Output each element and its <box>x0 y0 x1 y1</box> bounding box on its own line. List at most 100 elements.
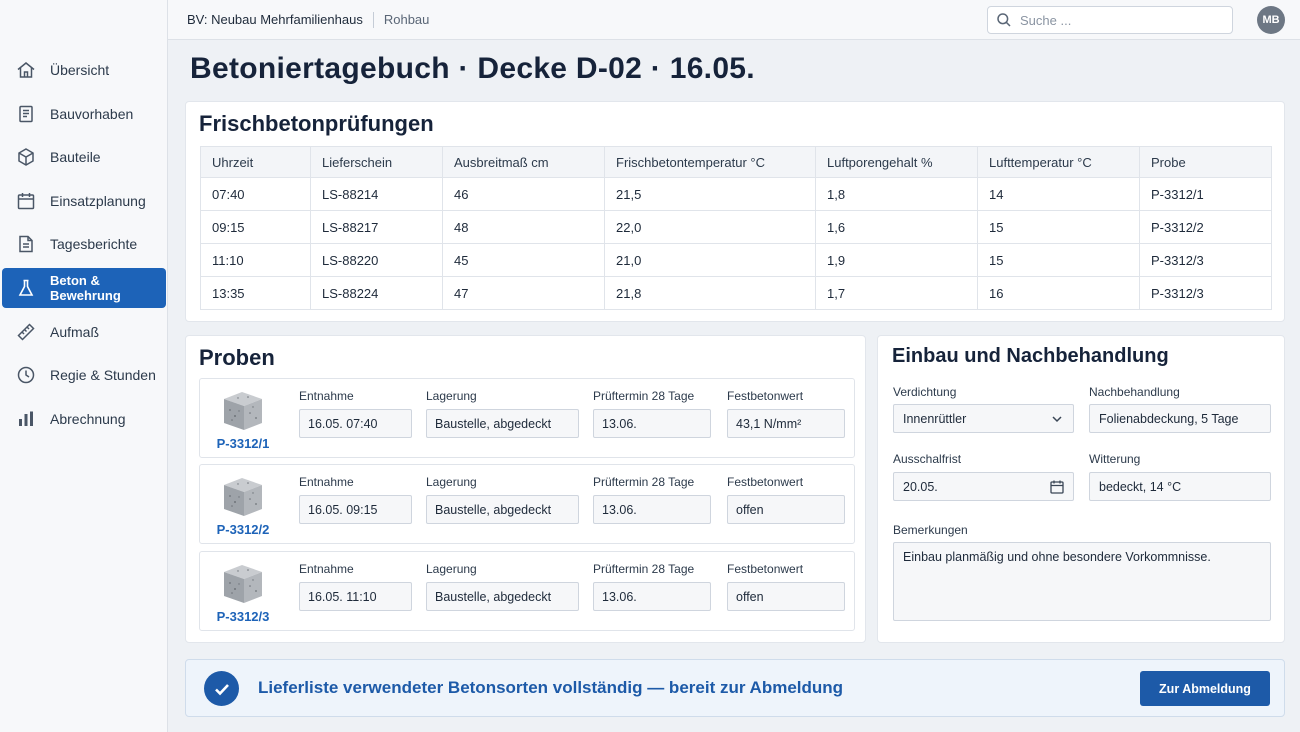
cell-concrete-temp: 22,0 <box>604 210 816 244</box>
concrete-cube-icon <box>224 392 262 430</box>
placement-title: Einbau und Nachbehandlung <box>892 345 1169 367</box>
prueftermin-label: Prüftermin 28 Tage <box>593 389 695 403</box>
lagerung-field[interactable]: Baustelle, abgedeckt <box>426 495 579 524</box>
nachbehandlung-field[interactable]: Folienabdeckung, 5 Tage <box>1089 404 1271 433</box>
lagerung-label: Lagerung <box>426 562 477 576</box>
sidebar-item-beton-bewehrung[interactable]: Beton & Bewehrung <box>2 267 166 308</box>
festbetonwert-field[interactable]: offen <box>727 495 845 524</box>
prueftermin-label: Prüftermin 28 Tage <box>593 562 695 576</box>
lagerung-field[interactable]: Baustelle, abgedeckt <box>426 409 579 438</box>
table-row[interactable]: 11:10 LS-88220 45 21,0 1,9 15 P-3312/3 <box>200 243 1272 277</box>
cell-time: 13:35 <box>200 276 311 310</box>
placement-card: Einbau und Nachbehandlung Verdichtung In… <box>877 335 1285 643</box>
witterung-label: Witterung <box>1089 452 1141 466</box>
cell-slump: 47 <box>442 276 605 310</box>
calendar-icon <box>16 191 36 211</box>
festbetonwert-field[interactable]: offen <box>727 582 845 611</box>
breadcrumb-phase[interactable]: Rohbau <box>384 12 430 27</box>
entnahme-field[interactable]: 16.05. 11:10 <box>299 582 412 611</box>
top-bar: BV: Neubau Mehrfamilienhaus Rohbau MB <box>168 0 1300 40</box>
cell-time: 09:15 <box>200 210 311 244</box>
cell-delivery-note: LS-88224 <box>310 276 443 310</box>
column-header[interactable]: Ausbreitmaß cm <box>442 146 605 178</box>
entnahme-field[interactable]: 16.05. 09:15 <box>299 495 412 524</box>
bemerkungen-textarea[interactable]: Einbau planmäßig und ohne besondere Vork… <box>893 542 1271 621</box>
sample-row[interactable]: P-3312/1 Entnahme 16.05. 07:40 Lagerung … <box>199 378 855 458</box>
concrete-cube-icon <box>224 478 262 516</box>
zur-abmeldung-button[interactable]: Zur Abmeldung <box>1140 671 1270 706</box>
cell-sample: P-3312/1 <box>1139 177 1272 211</box>
witterung-field[interactable]: bedeckt, 14 °C <box>1089 472 1271 501</box>
home-icon <box>16 60 36 80</box>
sample-row[interactable]: P-3312/2 Entnahme 16.05. 09:15 Lagerung … <box>199 464 855 544</box>
entnahme-field[interactable]: 16.05. 07:40 <box>299 409 412 438</box>
ausschalfrist-date-field[interactable]: 20.05. <box>893 472 1074 501</box>
sidebar-item-aufmass[interactable]: Aufmaß <box>2 312 166 352</box>
sidebar-item-abrechnung[interactable]: Abrechnung <box>2 399 166 439</box>
sidebar-item-label: Bauvorhaben <box>50 105 134 122</box>
lagerung-field[interactable]: Baustelle, abgedeckt <box>426 582 579 611</box>
nachbehandlung-label: Nachbehandlung <box>1089 385 1180 399</box>
cell-air-content: 1,9 <box>815 243 978 277</box>
avatar[interactable]: MB <box>1257 6 1285 34</box>
cell-concrete-temp: 21,0 <box>604 243 816 277</box>
sidebar-item-bauvorhaben[interactable]: Bauvorhaben <box>2 94 166 134</box>
sample-id-link[interactable]: P-3312/3 <box>200 609 286 624</box>
sidebar-item-uebersicht[interactable]: Übersicht <box>2 50 166 90</box>
breadcrumb-project[interactable]: BV: Neubau Mehrfamilienhaus <box>187 12 363 27</box>
prueftermin-field[interactable]: 13.06. <box>593 495 711 524</box>
cube-icon <box>16 147 36 167</box>
search-input[interactable] <box>1020 12 1220 28</box>
entnahme-label: Entnahme <box>299 562 354 576</box>
samples-title: Proben <box>199 345 275 370</box>
cell-slump: 46 <box>442 177 605 211</box>
sidebar-item-bauteile[interactable]: Bauteile <box>2 137 166 177</box>
cell-air-content: 1,8 <box>815 177 978 211</box>
verdichtung-select[interactable]: Innenrüttler <box>893 404 1074 433</box>
column-header[interactable]: Luftporengehalt % <box>815 146 978 178</box>
cell-air-temp: 15 <box>977 243 1140 277</box>
sidebar-item-label: Einsatzplanung <box>50 192 146 209</box>
status-banner: Lieferliste verwendeter Betonsorten voll… <box>185 659 1285 717</box>
sidebar-item-label: Übersicht <box>50 62 110 78</box>
table-row[interactable]: 07:40 LS-88214 46 21,5 1,8 14 P-3312/1 <box>200 177 1272 211</box>
banner-message: Lieferliste verwendeter Betonsorten voll… <box>258 678 844 697</box>
cell-time: 07:40 <box>200 177 311 211</box>
search-box[interactable] <box>987 6 1233 34</box>
bemerkungen-label: Bemerkungen <box>893 523 968 537</box>
lagerung-label: Lagerung <box>426 389 477 403</box>
cell-sample: P-3312/2 <box>1139 210 1272 244</box>
prueftermin-field[interactable]: 13.06. <box>593 582 711 611</box>
column-header[interactable]: Lieferschein <box>310 146 443 178</box>
column-header[interactable]: Frischbetontemperatur °C <box>604 146 816 178</box>
sidebar-item-tagesberichte[interactable]: Tagesberichte <box>2 224 166 264</box>
festbetonwert-field[interactable]: 43,1 N/mm² <box>727 409 845 438</box>
prueftermin-field[interactable]: 13.06. <box>593 409 711 438</box>
festbetonwert-label: Festbetonwert <box>727 562 804 576</box>
column-header[interactable]: Lufttemperatur °C <box>977 146 1140 178</box>
flask-icon <box>16 278 36 298</box>
sample-id-link[interactable]: P-3312/1 <box>200 436 286 451</box>
calendar-icon[interactable] <box>1049 479 1065 495</box>
sidebar-item-einsatzplanung[interactable]: Einsatzplanung <box>2 181 166 221</box>
sidebar-item-regie-stunden[interactable]: Regie & Stunden <box>2 355 166 395</box>
chevron-down-icon <box>1052 416 1062 423</box>
prueftermin-label: Prüftermin 28 Tage <box>593 475 695 489</box>
tests-title: Frischbetonprüfungen <box>199 111 434 136</box>
clock-icon <box>16 365 36 385</box>
table-row[interactable]: 09:15 LS-88217 48 22,0 1,6 15 P-3312/2 <box>200 210 1272 244</box>
tests-table: Uhrzeit Lieferschein Ausbreitmaß cm Fris… <box>200 146 1272 310</box>
sidebar-item-label: Regie & Stunden <box>50 367 156 384</box>
sample-row[interactable]: P-3312/3 Entnahme 16.05. 11:10 Lagerung … <box>199 551 855 631</box>
cell-delivery-note: LS-88217 <box>310 210 443 244</box>
lagerung-label: Lagerung <box>426 475 477 489</box>
column-header[interactable]: Uhrzeit <box>200 146 311 178</box>
page-title: Betoniertagebuch · Decke D-02 · 16.05. <box>190 52 755 85</box>
bar-chart-icon <box>16 409 36 429</box>
concrete-cube-icon <box>224 565 262 603</box>
sample-id-link[interactable]: P-3312/2 <box>200 522 286 537</box>
verdichtung-label: Verdichtung <box>893 385 957 399</box>
table-row[interactable]: 13:35 LS-88224 47 21,8 1,7 16 P-3312/3 <box>200 276 1272 310</box>
ausschalfrist-value: 20.05. <box>903 479 938 494</box>
column-header[interactable]: Probe <box>1139 146 1272 178</box>
